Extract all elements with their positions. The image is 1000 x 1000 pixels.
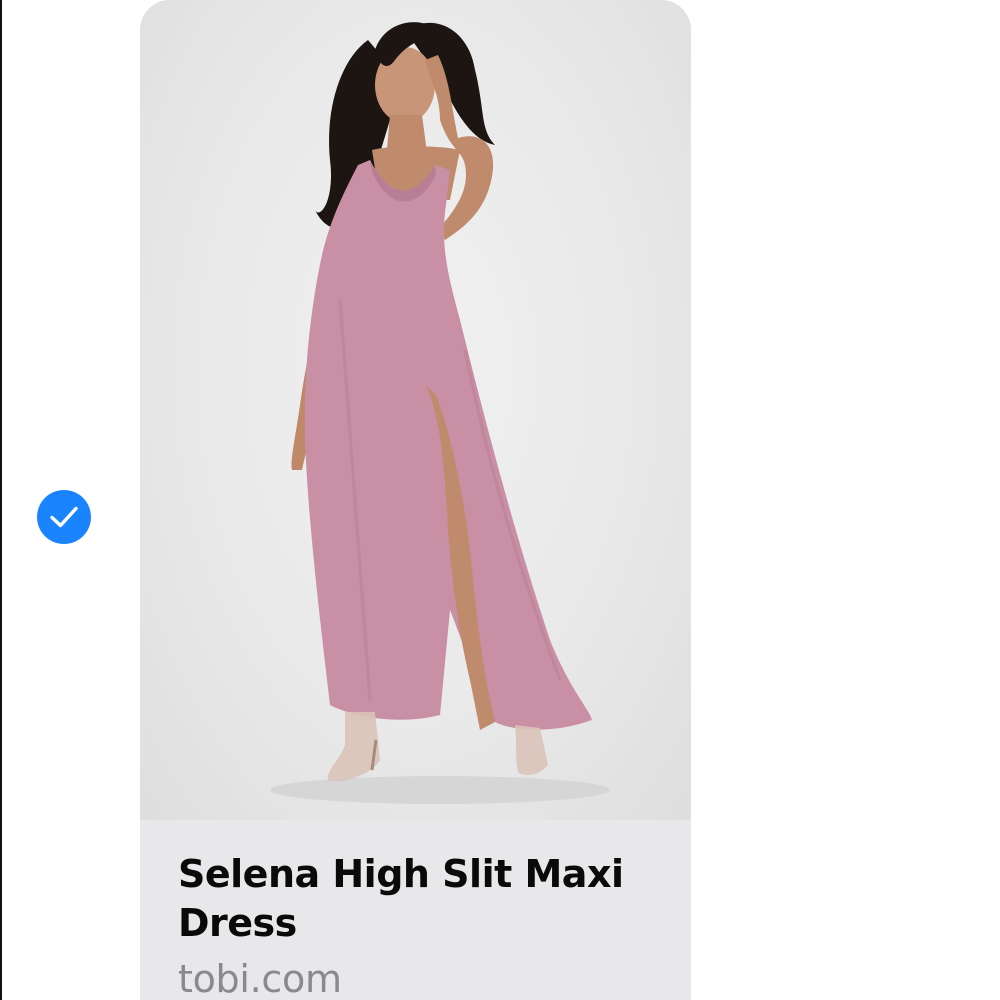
screen-edge bbox=[0, 0, 2, 1000]
link-preview-image bbox=[140, 0, 691, 820]
dress-photo bbox=[270, 22, 610, 804]
checkmark-icon bbox=[50, 506, 78, 528]
link-preview-footer: Selena High Slit Maxi Dress tobi.com bbox=[140, 820, 691, 1000]
link-preview-domain: tobi.com bbox=[178, 957, 342, 1000]
link-preview-title: Selena High Slit Maxi Dress bbox=[178, 852, 624, 945]
messages-selection-view: Selena High Slit Maxi Dress tobi.com bbox=[0, 0, 1000, 1000]
message-select-checkbox[interactable] bbox=[37, 490, 91, 544]
link-preview-card[interactable]: Selena High Slit Maxi Dress tobi.com bbox=[140, 0, 691, 1000]
